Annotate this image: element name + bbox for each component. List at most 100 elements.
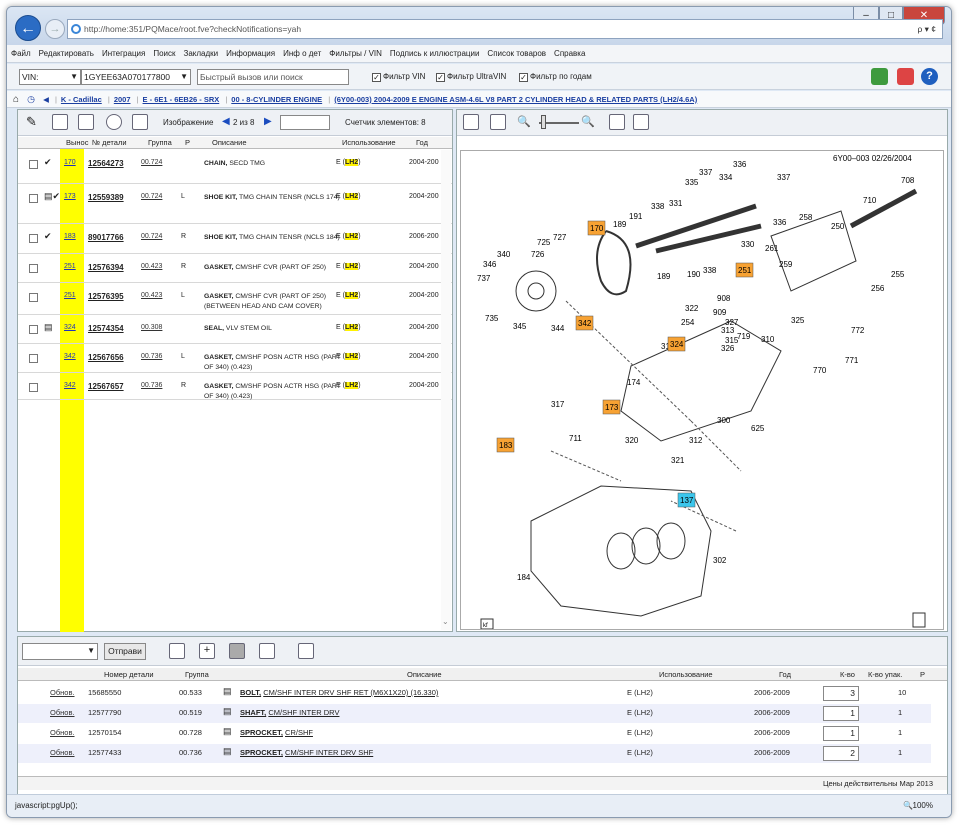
send-button[interactable]: Отправи xyxy=(104,643,146,660)
callout-label[interactable]: 771 xyxy=(845,356,859,365)
group-link[interactable]: 00.423 xyxy=(141,292,162,299)
part-number-link[interactable]: 12576394 xyxy=(88,263,124,272)
callout-label[interactable]: 255 xyxy=(891,270,905,279)
callout-label[interactable]: 174 xyxy=(627,378,641,387)
callout-label[interactable]: 625 xyxy=(751,424,765,433)
callout-label[interactable]: 708 xyxy=(901,176,915,185)
list-icon[interactable] xyxy=(52,114,68,130)
group-link[interactable]: 00.724 xyxy=(141,233,162,240)
zoom-level[interactable]: 100% xyxy=(913,801,933,810)
filter-ultravin-checkbox[interactable]: ✓ Фильтр UltraVIN xyxy=(436,72,506,82)
address-bar[interactable]: http://home:351/PQMace/root.fve?checkNot… xyxy=(67,19,943,39)
description-link[interactable]: SPROCKET, CR/SHF xyxy=(240,728,313,737)
callout-label[interactable]: 334 xyxy=(719,173,733,182)
callout-label[interactable]: 340 xyxy=(497,250,511,259)
part-number-link[interactable]: 12567657 xyxy=(88,382,124,391)
callout-label[interactable]: 256 xyxy=(871,284,885,293)
image-number-input[interactable] xyxy=(280,115,330,130)
update-link[interactable]: Обнов. xyxy=(50,708,75,717)
callout-link[interactable]: 173 xyxy=(64,193,76,200)
callout-label[interactable]: 336 xyxy=(733,160,747,169)
callout-label[interactable]: 184 xyxy=(517,573,531,582)
add-icon[interactable] xyxy=(78,114,94,130)
table-row[interactable]: ✔ 183 89017766 00.724 R SHOE KIT, TMG CHAIN T… xyxy=(18,224,452,254)
quantity-input[interactable]: 3 xyxy=(823,686,859,701)
zoom-icon[interactable]: 🔍 xyxy=(903,801,913,810)
description-link[interactable]: SPROCKET, CM/SHF INTER DRV SHF xyxy=(240,748,373,757)
callout-label[interactable]: 317 xyxy=(551,400,565,409)
callout-label[interactable]: 330 xyxy=(741,240,755,249)
highlighted-callout-label[interactable]: 137 xyxy=(680,496,694,505)
table-row[interactable]: 251 12576394 00.423 R GASKET, CM/SHF CVR (PA… xyxy=(18,254,452,283)
description-link[interactable]: BOLT, CM/SHF INTER DRV SHF RET (M6X1X20)… xyxy=(240,688,438,697)
callout-label[interactable]: 909 xyxy=(713,308,727,317)
callout-label[interactable]: 302 xyxy=(713,556,727,565)
menu-item[interactable]: Поиск xyxy=(149,45,179,63)
group-link[interactable]: 00.724 xyxy=(141,193,162,200)
callout-label[interactable]: 335 xyxy=(685,178,699,187)
parts-diagram[interactable]: 6Y00–003 02/26/2004 337 336 335 334 337 … xyxy=(460,150,944,630)
group-link[interactable]: 00.724 xyxy=(141,159,162,166)
row-checkbox[interactable] xyxy=(29,293,38,302)
highlighted-callout-label[interactable]: 251 xyxy=(738,266,752,275)
add-icon[interactable]: + xyxy=(199,643,215,659)
callout-label[interactable]: 254 xyxy=(681,318,695,327)
menu-item[interactable]: Интеграция xyxy=(98,45,149,63)
prev-image-icon[interactable]: ◀ xyxy=(222,116,230,127)
callout-label[interactable]: 735 xyxy=(485,314,499,323)
highlighted-callout-label[interactable]: 183 xyxy=(499,441,513,450)
history-icon[interactable]: ◷ xyxy=(27,94,35,104)
edit-list-icon[interactable] xyxy=(259,643,275,659)
zoom-slider-thumb[interactable] xyxy=(541,115,546,129)
part-number-link[interactable]: 12559389 xyxy=(88,193,124,202)
row-status-icon[interactable]: ✔ xyxy=(44,231,52,242)
calculator-icon[interactable] xyxy=(912,612,926,628)
order-row[interactable]: Обнов. 12577433 00.736 ▤ SPROCKET, CM/SHF IN… xyxy=(18,744,931,763)
callout-link[interactable]: 251 xyxy=(64,292,76,299)
row-checkbox[interactable] xyxy=(29,264,38,273)
back-arrow-icon[interactable]: ◀ xyxy=(43,95,49,104)
callout-label[interactable]: 345 xyxy=(513,322,527,331)
save-icon[interactable] xyxy=(169,643,185,659)
breadcrumb-year[interactable]: 2007 xyxy=(114,95,131,104)
callout-label[interactable]: 719 xyxy=(737,332,751,341)
notes-icon[interactable]: ▤ xyxy=(223,746,232,757)
car-icon[interactable] xyxy=(871,68,888,85)
callout-label[interactable]: 189 xyxy=(657,272,671,281)
part-number-link[interactable]: 12567656 xyxy=(88,353,124,362)
callout-label[interactable]: 190 xyxy=(687,270,701,279)
callout-label[interactable]: 300 xyxy=(717,416,731,425)
table-row[interactable]: 342 12567656 00.736 L GASKET, CM/SHF POSN AC… xyxy=(18,344,452,373)
callout-label[interactable]: 344 xyxy=(551,324,565,333)
callout-label[interactable]: 313 xyxy=(721,326,735,335)
fit-icon[interactable] xyxy=(463,114,479,130)
table-row[interactable]: ▤ 324 12574354 00.308 SEAL, VLV STEM OIL E (L… xyxy=(18,315,452,344)
highlighted-callout-label[interactable]: 173 xyxy=(605,403,619,412)
breadcrumb-group[interactable]: 00 - 8-CYLINDER ENGINE xyxy=(231,95,322,104)
callout-label[interactable]: 711 xyxy=(569,434,582,443)
breadcrumb-make[interactable]: K - Cadillac xyxy=(61,95,102,104)
breadcrumb-section[interactable]: (6Y00-003) 2004-2009 E ENGINE ASM-4.6L V… xyxy=(334,95,697,104)
page-icon[interactable] xyxy=(490,114,506,130)
table-row[interactable]: ✔ 170 12564273 00.724 CHAIN, SECD TMG E (LH2)… xyxy=(18,150,452,184)
table-row[interactable]: 342 12567657 00.736 R GASKET, CM/SHF POSN AC… xyxy=(18,373,452,400)
menu-item[interactable]: Фильтры / VIN xyxy=(325,45,386,63)
highlighted-callout-label[interactable]: 170 xyxy=(590,224,604,233)
home-icon[interactable]: ⌂ xyxy=(13,94,19,105)
callout-label[interactable]: 338 xyxy=(703,266,717,275)
callout-label[interactable]: 337 xyxy=(777,173,791,182)
menu-item[interactable]: Файл xyxy=(7,45,35,63)
help-icon[interactable]: ? xyxy=(921,68,938,85)
callout-label[interactable]: 322 xyxy=(685,304,699,313)
table-row[interactable]: 251 12576395 00.423 L GASKET, CM/SHF CVR (PA… xyxy=(18,283,452,315)
forward-icon[interactable]: → xyxy=(45,19,65,39)
callout-label[interactable]: 189 xyxy=(613,220,627,229)
cd-icon[interactable] xyxy=(106,114,122,130)
callout-label[interactable]: 337 xyxy=(699,168,713,177)
callout-label[interactable]: 258 xyxy=(799,213,813,222)
trash-icon[interactable] xyxy=(229,643,245,659)
callout-label[interactable]: 338 xyxy=(651,202,665,211)
callout-link[interactable]: 342 xyxy=(64,382,76,389)
callout-link[interactable]: 170 xyxy=(64,159,76,166)
menu-item[interactable]: Список товаров xyxy=(483,45,550,63)
